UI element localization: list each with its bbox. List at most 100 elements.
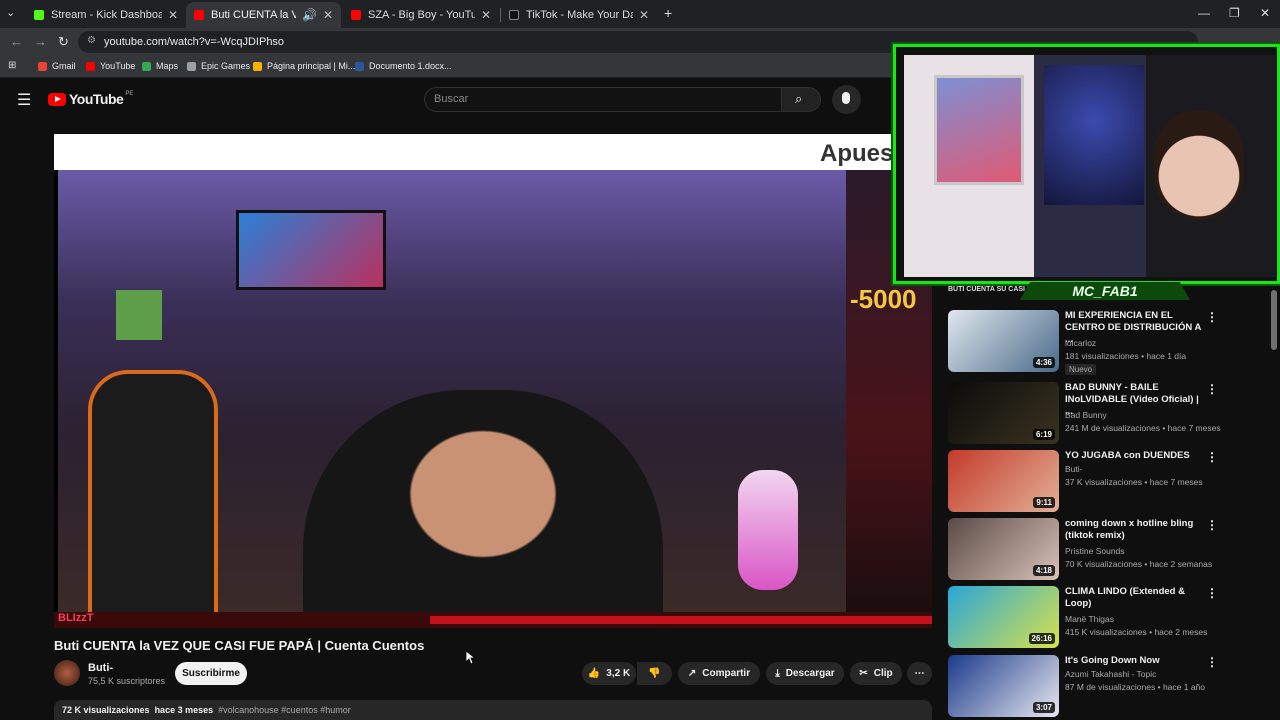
rgb-microphone [738, 470, 798, 590]
recommendation-channel[interactable]: lolcarloz [1065, 338, 1096, 348]
video-thumbnail[interactable]: 3:07 [948, 655, 1059, 717]
video-thumbnail[interactable]: 4:18 [948, 518, 1059, 580]
video-thumbnail[interactable]: 26:16 [948, 586, 1059, 648]
kick-favicon-icon [34, 10, 44, 20]
bookmark-epic-games[interactable]: Epic Games [187, 61, 250, 71]
search-button[interactable]: ⌕ [781, 87, 821, 112]
video-player[interactable]: Apues -5000 BLIzzT [54, 134, 932, 628]
minimize-icon[interactable]: — [1198, 6, 1210, 20]
tab-tiktok[interactable]: TikTok - Make Your Day ✕ [501, 2, 657, 28]
recommendation-meta: 181 visualizaciones • hace 1 día [1065, 351, 1187, 361]
site-info-icon[interactable]: ⚙ [87, 35, 96, 46]
hashtags[interactable]: #volcanohouse #cuentos #humor [218, 705, 351, 715]
more-vertical-icon[interactable]: ⋮ [1206, 382, 1218, 396]
more-vertical-icon[interactable]: ⋮ [1206, 450, 1218, 464]
close-tab-icon[interactable]: ✕ [481, 8, 491, 22]
voice-search-button[interactable] [832, 85, 861, 114]
close-tab-icon[interactable]: ✕ [323, 8, 333, 22]
recommendation-channel[interactable]: Azumi Takahashi - Topic [1065, 669, 1156, 679]
dislike-button[interactable]: 👎 [637, 662, 672, 685]
video-overlay-banner [54, 134, 932, 170]
bookmark-documento[interactable]: Documento 1.docx... [355, 61, 452, 71]
recommendation-card[interactable]: 26:16 CLIMA LINDO (Extended & Loop) Manë T… [948, 586, 1278, 650]
tab-kick-dashboard[interactable]: Stream - Kick Dashboard ✕ [26, 2, 186, 28]
more-vertical-icon[interactable]: ⋮ [1206, 518, 1218, 532]
microphone-icon [842, 92, 850, 104]
tab-search-icon[interactable]: ⌄ [6, 6, 15, 19]
webcam-feed [904, 55, 1276, 277]
search-icon: ⌕ [795, 91, 803, 106]
close-window-icon[interactable]: ✕ [1260, 6, 1270, 20]
recommendation-card[interactable]: 4:18 coming down x hotline bling (tiktok … [948, 518, 1278, 582]
recommendation-card[interactable]: 4:36 MI EXPERIENCIA EN EL CENTRO DE DISTR… [948, 310, 1278, 375]
share-icon: ↗ [687, 668, 697, 679]
video-title: Buti CUENTA la VEZ QUE CASI FUE PAPÁ | C… [54, 638, 425, 653]
description-meta: 72 K visualizaciones hace 3 meses #volca… [62, 705, 351, 715]
bookmark-pagina-principal[interactable]: Página principal | Mi... [253, 61, 355, 71]
youtube-logo[interactable]: YouTube PE [48, 91, 133, 107]
bookmark-label: Maps [156, 61, 179, 71]
bookmark-youtube[interactable]: YouTube [86, 61, 135, 71]
forward-icon[interactable]: → [34, 34, 47, 49]
streamer-face [1154, 110, 1244, 220]
download-icon: ⤓ [775, 668, 780, 679]
browser-tab-strip: ⌄ Stream - Kick Dashboard ✕ Buti CUENTA … [0, 0, 1280, 28]
tab-buti-video[interactable]: Buti CUENTA la VEZ QUE CA 🔊 ✕ [186, 2, 341, 28]
video-thumbnail[interactable]: 6:19 [948, 382, 1059, 444]
video-duration: 6:19 [1032, 429, 1055, 440]
channel-avatar[interactable] [54, 660, 80, 686]
overlay-counter: -5000 [850, 284, 917, 314]
recommendation-card[interactable]: 6:19 BAD BUNNY - BAILE INoLVIDABLE (Video… [948, 382, 1278, 446]
sidebar-scrollbar[interactable] [1271, 290, 1277, 350]
bookmark-label: YouTube [100, 61, 136, 71]
thumbs-up-icon: 👍 [587, 668, 601, 679]
channel-name[interactable]: Buti- [88, 662, 113, 674]
apps-grid-icon[interactable]: ⊞ [8, 60, 16, 71]
recommendation-meta: 241 M de visualizaciones • hace 7 meses [1065, 423, 1221, 433]
more-actions-button[interactable]: ⋯ [907, 662, 932, 685]
share-button[interactable]: ↗ Compartir [678, 662, 760, 685]
description-box[interactable]: 72 K visualizaciones hace 3 meses #volca… [54, 700, 932, 720]
speaker-icon[interactable]: 🔊 [302, 8, 317, 22]
video-thumbnail[interactable]: 9:11 [948, 450, 1059, 512]
video-thumbnail[interactable]: 4:36 [948, 310, 1059, 372]
more-vertical-icon[interactable]: ⋮ [1206, 655, 1218, 669]
clip-button[interactable]: ✂ Clip [850, 662, 902, 685]
more-vertical-icon[interactable]: ⋮ [1206, 310, 1218, 324]
gaming-chair [88, 370, 218, 628]
recommendation-card[interactable]: 3:07 It's Going Down Now Azumi Takahashi -… [948, 655, 1278, 719]
tab-title: Buti CUENTA la VEZ QUE CA [211, 9, 296, 21]
subscriber-count: 75,5 K suscriptores [88, 676, 166, 686]
menu-icon[interactable]: ☰ [17, 90, 31, 110]
close-tab-icon[interactable]: ✕ [168, 8, 178, 22]
recommendation-channel[interactable]: Manë Thigas [1065, 614, 1114, 624]
url-text: youtube.com/watch?v=-WcqJDIPhso [104, 36, 285, 48]
gmail-icon [38, 61, 47, 71]
back-icon[interactable]: ← [10, 34, 23, 49]
restore-icon[interactable]: ❐ [1229, 6, 1240, 20]
recommendation-card[interactable]: 9:11 YO JUGABA con DUENDES Buti- 37 K visua… [948, 450, 1278, 514]
recommendation-channel[interactable]: Pristine Sounds [1065, 546, 1125, 556]
video-duration: 4:36 [1032, 357, 1055, 368]
bookmark-gmail[interactable]: Gmail [38, 61, 76, 71]
recommendation-title[interactable]: It's Going Down Now [1065, 655, 1203, 667]
new-tab-button[interactable]: + [664, 5, 672, 21]
subscribe-button[interactable]: Suscribirme [175, 662, 247, 685]
recommendation-title[interactable]: YO JUGABA con DUENDES [1065, 450, 1203, 462]
more-vertical-icon[interactable]: ⋮ [1206, 586, 1218, 600]
recommendation-channel[interactable]: Buti- [1065, 464, 1082, 474]
like-button[interactable]: 👍 3,2 K [582, 662, 636, 685]
reload-icon[interactable]: ↻ [58, 34, 69, 50]
search-input[interactable]: Buscar [424, 87, 782, 112]
download-button[interactable]: ⤓ Descargar [766, 662, 844, 685]
upload-age: hace 3 meses [154, 705, 214, 715]
tab-sza-video[interactable]: SZA - Big Boy - YouTube ✕ [343, 2, 499, 28]
recommendation-channel[interactable]: Bad Bunny [1065, 410, 1107, 420]
recommendation-meta: 37 K visualizaciones • hace 7 meses [1065, 477, 1203, 487]
recommendation-title[interactable]: coming down x hotline bling (tiktok remi… [1065, 518, 1203, 542]
scissors-icon: ✂ [859, 668, 868, 679]
recommendation-title[interactable]: CLIMA LINDO (Extended & Loop) [1065, 586, 1203, 610]
microsoft-icon [253, 61, 262, 71]
close-tab-icon[interactable]: ✕ [639, 8, 649, 22]
bookmark-maps[interactable]: Maps [142, 61, 178, 71]
